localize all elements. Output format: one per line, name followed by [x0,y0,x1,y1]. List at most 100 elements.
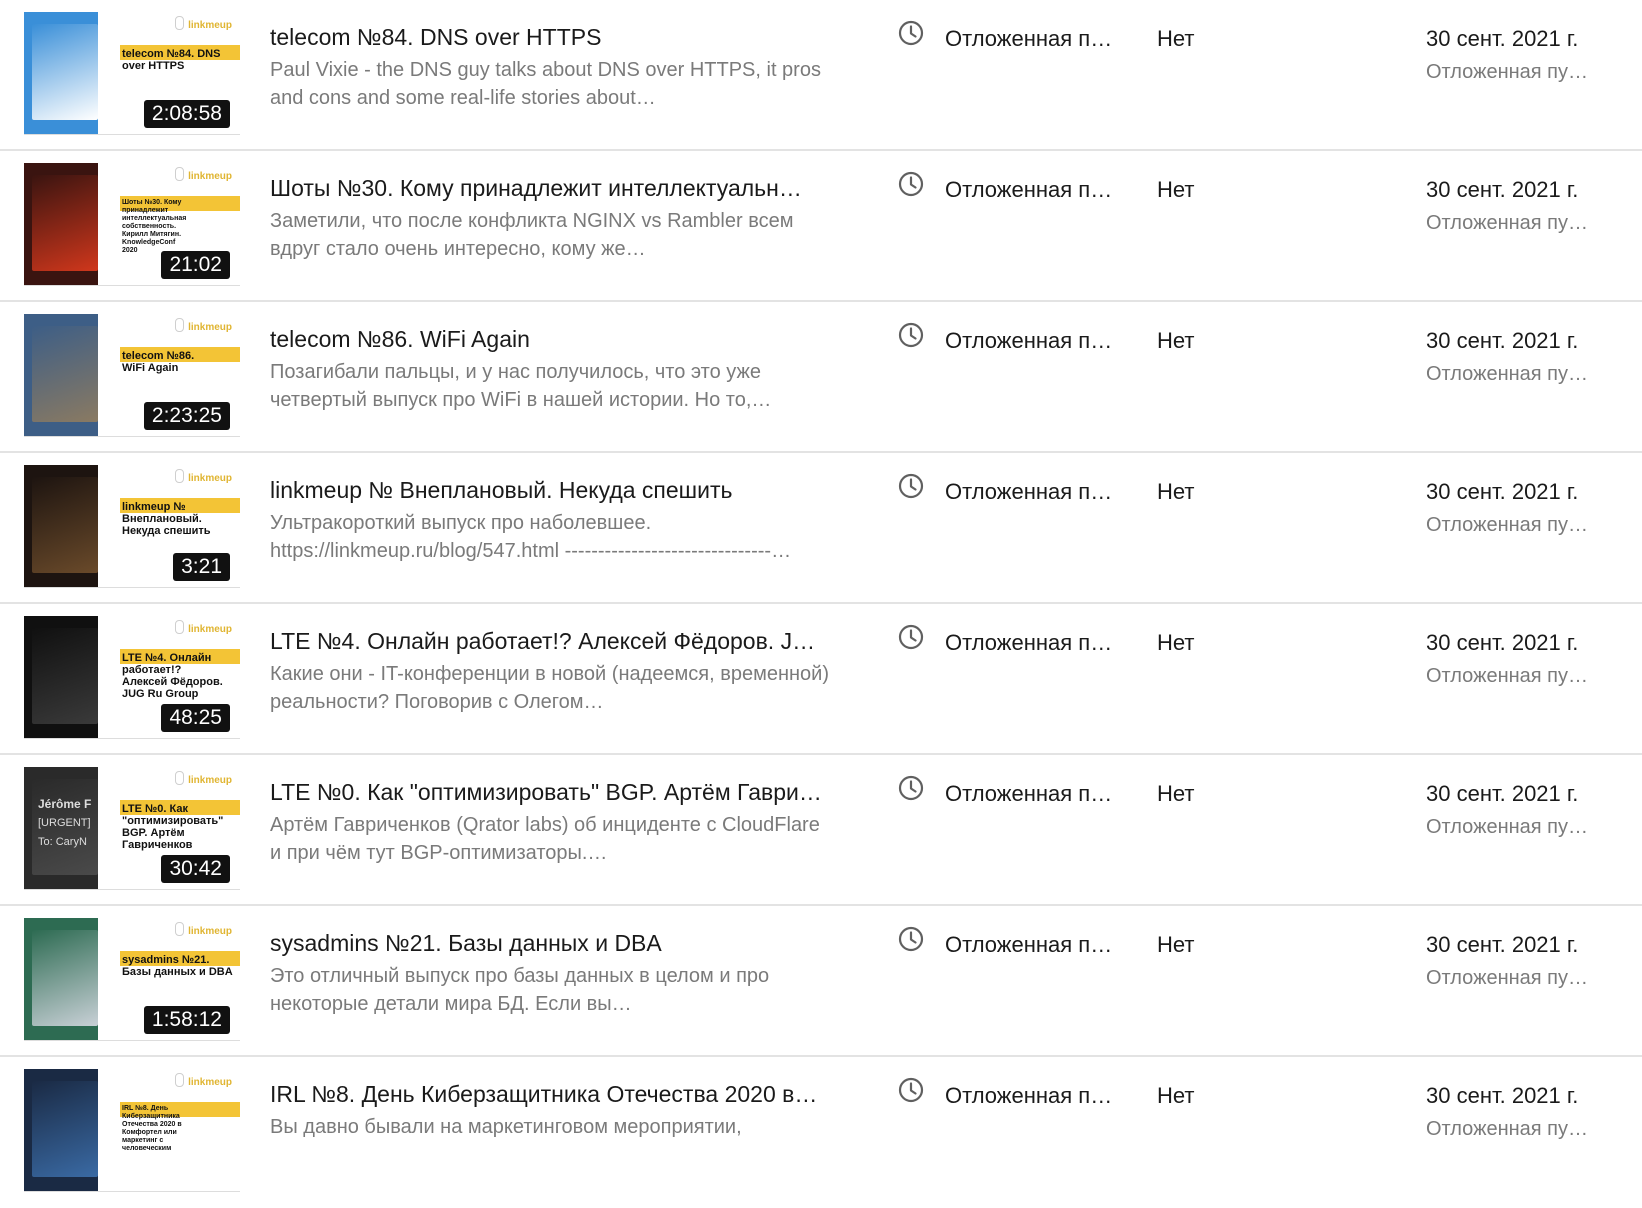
thumbnail-logo-text: linkmeup [188,322,232,333]
video-thumbnail[interactable]: linkmeup sysadmins №21. Базы данных и DB… [24,918,240,1040]
video-row[interactable]: linkmeup linkmeup № Внеплановый. Некуда … [0,453,1642,604]
video-info: LTE №0. Как "оптимизировать" BGP. Артём … [270,777,830,867]
video-row[interactable]: linkmeup IRL №8. День Киберзащитника Оте… [0,1057,1642,1208]
microphone-icon: linkmeup [175,1073,232,1088]
thumbnail-image: Jérôme F [URGENT] To: CaryN [24,767,98,889]
video-row[interactable]: linkmeup LTE №4. Онлайн работает!? Алекс… [0,604,1642,755]
publish-date: 30 сент. 2021 г. [1426,630,1579,655]
publish-date: 30 сент. 2021 г. [1426,479,1579,504]
publish-date: 30 сент. 2021 г. [1426,328,1579,353]
video-thumbnail[interactable]: linkmeup LTE №4. Онлайн работает!? Алекс… [24,616,240,738]
video-description: Позагибали пальцы, и у нас получилось, ч… [270,361,772,411]
thumbnail-caption: LTE №4. Онлайн работает!? Алексей Фёдоро… [122,652,223,700]
video-thumbnail[interactable]: Jérôme F [URGENT] To: CaryN linkmeup LTE №… [24,767,240,889]
thumbnail-logo-text: linkmeup [188,624,232,635]
video-info: Шоты №30. Кому принадлежит интеллектуаль… [270,173,830,263]
thumbnail-image [24,163,98,285]
thumbnail-logo-text: linkmeup [188,171,232,182]
visibility-status[interactable]: Отложенная п… [945,930,1112,960]
video-info: telecom №84. DNS over HTTPS Paul Vixie -… [270,22,830,112]
video-info: IRL №8. День Киберзащитника Отечества 20… [270,1079,830,1141]
thumbnail-image [24,465,98,587]
microphone-icon: linkmeup [175,469,232,484]
thumbnail-email-overlay: Jérôme F [URGENT] To: CaryN [38,795,91,852]
microphone-icon: linkmeup [175,620,232,635]
clock-icon [898,775,924,801]
visibility-status[interactable]: Отложенная п… [945,477,1112,507]
duration-badge: 48:25 [161,704,230,732]
duration-badge: 21:02 [161,251,230,279]
thumbnail-logo-text: linkmeup [188,473,232,484]
video-row[interactable]: Jérôme F [URGENT] To: CaryN linkmeup LTE №… [0,755,1642,906]
thumbnail-caption: sysadmins №21. Базы данных и DBA [122,954,233,978]
thumbnail-caption: telecom №86. WiFi Again [122,350,195,374]
clock-icon [898,926,924,952]
video-info: sysadmins №21. Базы данных и DBA Это отл… [270,928,830,1018]
video-thumbnail[interactable]: linkmeup linkmeup № Внеплановый. Некуда … [24,465,240,587]
visibility-status[interactable]: Отложенная п… [945,1081,1112,1111]
restrictions-value: Нет [1157,328,1195,353]
thumbnail-image [24,12,98,134]
publish-date: 30 сент. 2021 г. [1426,177,1579,202]
visibility-status[interactable]: Отложенная п… [945,24,1112,54]
restrictions-value: Нет [1157,479,1195,504]
video-thumbnail[interactable]: linkmeup IRL №8. День Киберзащитника Оте… [24,1069,240,1191]
visibility-status[interactable]: Отложенная п… [945,628,1112,658]
video-row[interactable]: linkmeup sysadmins №21. Базы данных и DB… [0,906,1642,1057]
publish-date: 30 сент. 2021 г. [1426,781,1579,806]
video-title[interactable]: Шоты №30. Кому принадлежит интеллектуаль… [270,173,830,203]
overlay-line: Jérôme F [38,797,92,811]
clock-icon [898,20,924,46]
video-title[interactable]: LTE №4. Онлайн работает!? Алексей Фёдоро… [270,626,830,656]
video-title[interactable]: telecom №86. WiFi Again [270,324,830,354]
microphone-icon: linkmeup [175,16,232,31]
clock-icon [898,1077,924,1103]
video-thumbnail[interactable]: linkmeup Шоты №30. Кому принадлежит инте… [24,163,240,285]
video-thumbnail[interactable]: linkmeup telecom №86. WiFi Again 2:23:25 [24,314,240,436]
video-description: Артём Гавриченков (Qrator labs) об инцид… [270,814,820,864]
thumbnail-logo-text: linkmeup [188,20,232,31]
video-info: linkmeup № Внеплановый. Некуда спешить У… [270,475,830,565]
video-title[interactable]: IRL №8. День Киберзащитника Отечества 20… [270,1079,830,1109]
clock-icon [898,624,924,650]
video-row[interactable]: linkmeup telecom №84. DNS over HTTPS 2:0… [0,0,1642,151]
video-title[interactable]: sysadmins №21. Базы данных и DBA [270,928,830,958]
restrictions-value: Нет [1157,630,1195,655]
publish-status: Отложенная пу… [1426,363,1589,385]
restrictions-value: Нет [1157,1083,1195,1108]
publish-status: Отложенная пу… [1426,665,1589,687]
duration-badge: 2:08:58 [143,100,230,128]
publish-status: Отложенная пу… [1426,1118,1589,1140]
visibility-status[interactable]: Отложенная п… [945,175,1112,205]
video-title[interactable]: telecom №84. DNS over HTTPS [270,22,830,52]
video-info: LTE №4. Онлайн работает!? Алексей Фёдоро… [270,626,830,716]
visibility-status[interactable]: Отложенная п… [945,779,1112,809]
video-description: Ультракороткий выпуск про наболевшее. ht… [270,512,792,562]
clock-icon [898,171,924,197]
publish-status: Отложенная пу… [1426,212,1589,234]
duration-badge: 1:58:12 [143,1006,230,1034]
clock-icon [898,473,924,499]
thumbnail-caption: telecom №84. DNS over HTTPS [122,48,221,72]
video-row[interactable]: linkmeup telecom №86. WiFi Again 2:23:25… [0,302,1642,453]
clock-icon [898,322,924,348]
video-title[interactable]: LTE №0. Как "оптимизировать" BGP. Артём … [270,777,830,807]
video-title[interactable]: linkmeup № Внеплановый. Некуда спешить [270,475,830,505]
restrictions-value: Нет [1157,177,1195,202]
thumbnail-image [24,1069,98,1191]
duration-badge: 2:23:25 [143,402,230,430]
publish-status: Отложенная пу… [1426,514,1589,536]
video-thumbnail[interactable]: linkmeup telecom №84. DNS over HTTPS 2:0… [24,12,240,134]
video-description: Вы давно бывали на маркетинговом меропри… [270,1116,742,1138]
overlay-line: [URGENT] [38,817,91,829]
overlay-line: To: CaryN [38,836,87,848]
duration-badge: 30:42 [161,855,230,883]
thumbnail-image [24,616,98,738]
microphone-icon: linkmeup [175,922,232,937]
thumbnail-banner: linkmeup IRL №8. День Киберзащитника Оте… [98,1069,240,1191]
publish-date: 30 сент. 2021 г. [1426,26,1579,51]
video-row[interactable]: linkmeup Шоты №30. Кому принадлежит инте… [0,151,1642,302]
thumbnail-caption: linkmeup № Внеплановый. Некуда спешить [122,501,211,537]
restrictions-value: Нет [1157,26,1195,51]
visibility-status[interactable]: Отложенная п… [945,326,1112,356]
